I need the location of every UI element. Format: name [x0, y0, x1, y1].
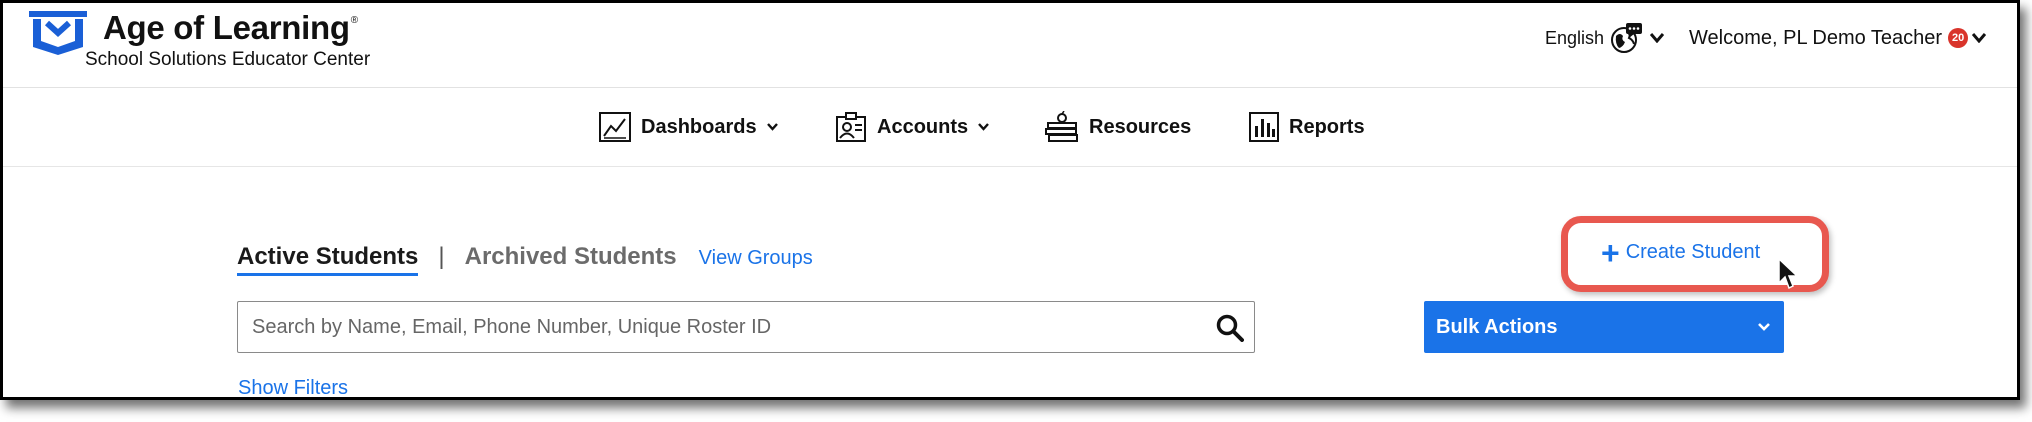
bulk-actions-label: Bulk Actions [1436, 315, 1558, 338]
chevron-down-icon [1972, 33, 1987, 43]
show-filters-link[interactable]: Show Filters [238, 377, 348, 397]
app-window: Age of Learning® School Solutions Educat… [0, 0, 2020, 400]
nav-resources[interactable]: Resources [1045, 110, 1191, 144]
age-of-learning-logo[interactable] [25, 7, 95, 55]
chevron-down-icon [1650, 33, 1665, 43]
nav-label-reports: Reports [1289, 115, 1365, 138]
brand-subtitle: School Solutions Educator Center [85, 49, 371, 70]
create-student-button[interactable]: + Create Student [1601, 234, 1761, 271]
id-badge-icon [836, 112, 866, 142]
nav-label-resources: Resources [1089, 115, 1192, 138]
plus-icon: + [1601, 234, 1620, 271]
student-tabs: Active Students | Archived Students View… [237, 243, 813, 283]
notification-badge[interactable]: 20 [1948, 28, 1969, 48]
bulk-actions-dropdown[interactable]: Bulk Actions [1424, 301, 1784, 353]
bar-chart-icon [1249, 112, 1279, 142]
view-groups-link[interactable]: View Groups [699, 247, 813, 270]
tab-archived-students[interactable]: Archived Students [465, 243, 677, 271]
chevron-down-icon [766, 123, 778, 131]
mouse-pointer-icon [1778, 257, 1799, 290]
welcome-text: Welcome, PL Demo Teacher [1689, 26, 1943, 49]
chevron-down-icon [978, 123, 990, 131]
books-apple-icon [1045, 111, 1078, 142]
tab-active-students[interactable]: Active Students [237, 243, 419, 276]
create-student-label: Create Student [1625, 241, 1761, 263]
brand-title: Age of Learning® [103, 9, 358, 46]
header: Age of Learning® School Solutions Educat… [3, 3, 2017, 88]
nav-label-dashboards: Dashboards [641, 115, 757, 138]
language-label: English [1545, 27, 1605, 48]
nav-reports[interactable]: Reports [1249, 110, 1365, 144]
search-input[interactable] [238, 302, 1198, 352]
tab-separator: | [438, 243, 445, 270]
search-icon[interactable] [1216, 314, 1244, 342]
language-selector[interactable]: English [1545, 23, 1665, 53]
main-nav: Dashboards Accounts Resources Reports [3, 88, 2017, 167]
nav-label-accounts: Accounts [877, 115, 969, 138]
user-menu[interactable]: Welcome, PL Demo Teacher 20 [1689, 23, 1987, 53]
search-box [237, 301, 1255, 353]
line-chart-icon [599, 112, 631, 142]
nav-dashboards[interactable]: Dashboards [599, 110, 778, 144]
chevron-down-icon [1758, 323, 1770, 331]
registered-mark: ® [350, 15, 358, 26]
globe-chat-icon [1611, 23, 1643, 53]
nav-accounts[interactable]: Accounts [835, 110, 990, 144]
